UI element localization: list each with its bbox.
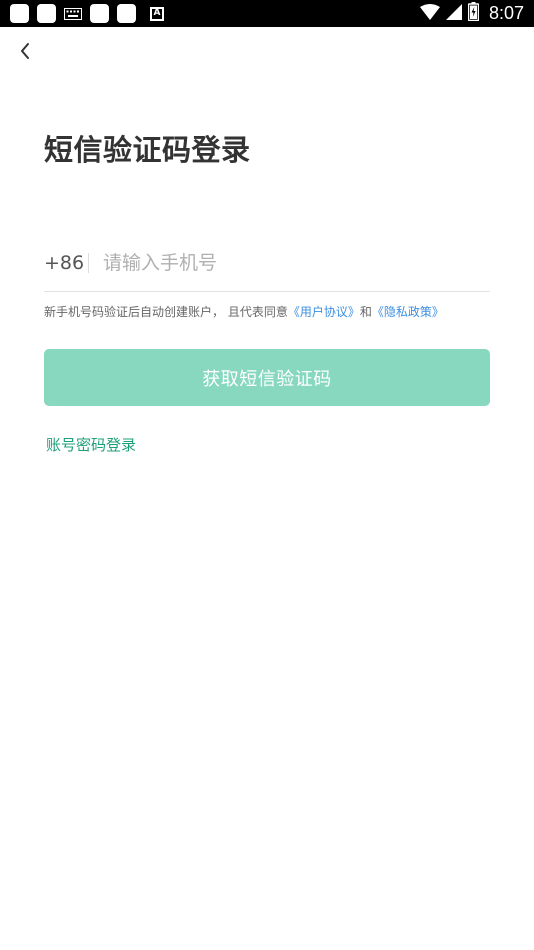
status-bar: A 8:07 — [0, 0, 534, 27]
battery-icon — [467, 2, 480, 25]
agreement-prefix: 新手机号码验证后自动创建账户， 且代表同意 — [44, 305, 288, 319]
phone-field: +86 — [44, 245, 490, 292]
back-button[interactable] — [10, 36, 40, 66]
phone-input[interactable] — [103, 247, 483, 279]
app-icon — [10, 4, 29, 23]
field-divider — [88, 253, 89, 273]
user-agreement-link[interactable]: 《用户协议》 — [288, 305, 360, 319]
app-icon — [90, 4, 109, 23]
cellular-signal-icon — [445, 3, 462, 24]
keyboard-icon — [64, 7, 82, 20]
app-icon — [117, 4, 136, 23]
wifi-icon — [419, 3, 440, 24]
get-sms-code-button[interactable]: 获取短信验证码 — [44, 349, 490, 406]
agreement-conjunction: 和 — [359, 305, 372, 319]
password-login-link[interactable]: 账号密码登录 — [46, 434, 136, 456]
chevron-left-icon — [21, 43, 29, 59]
page-title: 短信验证码登录 — [44, 133, 251, 167]
status-bar-system: 8:07 — [419, 0, 524, 27]
app-icon — [37, 4, 56, 23]
privacy-policy-link[interactable]: 《隐私政策》 — [372, 305, 444, 319]
country-code[interactable]: +86 — [44, 250, 84, 276]
status-time: 8:07 — [488, 3, 524, 23]
agreement-text: 新手机号码验证后自动创建账户， 且代表同意《用户协议》和《隐私政策》 — [44, 303, 504, 321]
status-bar-notifications: A — [10, 3, 164, 24]
a-icon: A — [150, 6, 164, 21]
